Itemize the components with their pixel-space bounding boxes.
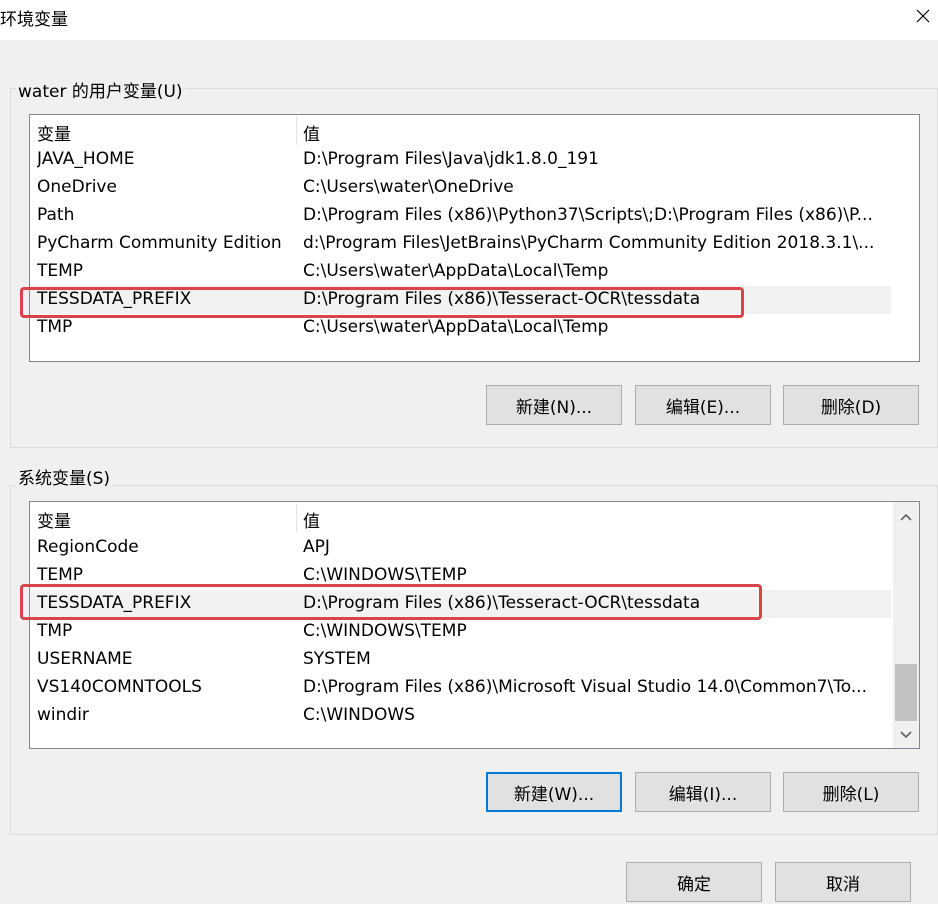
variable-name: JAVA_HOME xyxy=(37,149,135,169)
table-row[interactable]: TMP C:\WINDOWS\TEMP xyxy=(30,618,891,646)
variable-value: C:\Users\water\AppData\Local\Temp xyxy=(303,261,609,281)
column-header-value[interactable]: 值 xyxy=(303,507,883,532)
chevron-up-icon xyxy=(900,513,912,521)
variable-value: d:\Program Files\JetBrains\PyCharm Commu… xyxy=(303,233,875,253)
variable-name: TEMP xyxy=(37,565,84,585)
user-list-header: 变量 值 xyxy=(30,117,891,145)
variable-name: PyCharm Community Edition xyxy=(37,233,282,253)
system-edit-button[interactable]: 编辑(I)... xyxy=(635,772,771,812)
scroll-thumb[interactable] xyxy=(895,664,917,721)
system-new-button[interactable]: 新建(W)... xyxy=(486,772,622,812)
system-list-header: 变量 值 xyxy=(30,504,891,532)
scroll-down-button[interactable] xyxy=(893,722,919,748)
system-delete-button[interactable]: 删除(L) xyxy=(783,772,919,812)
user-delete-button[interactable]: 删除(D) xyxy=(783,385,919,425)
table-row[interactable]: VS140COMNTOOLS D:\Program Files (x86)\Mi… xyxy=(30,674,891,702)
variable-value: C:\WINDOWS\TEMP xyxy=(303,621,467,641)
title-bar: 环境变量 xyxy=(0,0,938,40)
chevron-down-icon xyxy=(900,731,912,739)
scroll-up-button[interactable] xyxy=(893,504,919,530)
column-header-value[interactable]: 值 xyxy=(303,120,883,145)
user-edit-button[interactable]: 编辑(E)... xyxy=(635,385,771,425)
variable-value: C:\WINDOWS xyxy=(303,705,415,725)
variable-value: C:\WINDOWS\TEMP xyxy=(303,565,467,585)
table-row[interactable]: TMP C:\Users\water\AppData\Local\Temp xyxy=(30,314,891,342)
table-row[interactable]: TEMP C:\WINDOWS\TEMP xyxy=(30,562,891,590)
variable-value: D:\Program Files (x86)\Tesseract-OCR\tes… xyxy=(303,593,701,613)
variable-value: D:\Program Files (x86)\Microsoft Visual … xyxy=(303,677,868,697)
system-variables-label: 系统变量(S) xyxy=(16,464,113,489)
variable-name: USERNAME xyxy=(37,649,133,669)
variable-name: TESSDATA_PREFIX xyxy=(37,593,192,613)
window-title: 环境变量 xyxy=(0,10,68,30)
column-header-name[interactable]: 变量 xyxy=(37,507,287,532)
column-header-name[interactable]: 变量 xyxy=(37,120,287,145)
variable-value: SYSTEM xyxy=(303,649,371,669)
ok-button[interactable]: 确定 xyxy=(626,862,762,902)
column-divider[interactable] xyxy=(296,504,297,532)
system-variables-list[interactable]: 变量 值 RegionCode APJ TEMP C:\WINDOWS\TEMP… xyxy=(29,501,920,749)
table-row[interactable]: Path D:\Program Files (x86)\Python37\Scr… xyxy=(30,202,891,230)
cancel-button[interactable]: 取消 xyxy=(775,862,911,902)
variable-name: Path xyxy=(37,205,75,225)
variable-value: D:\Program Files (x86)\Tesseract-OCR\tes… xyxy=(303,289,701,309)
table-row-selected[interactable]: TESSDATA_PREFIX D:\Program Files (x86)\T… xyxy=(30,590,891,618)
table-row-selected[interactable]: TESSDATA_PREFIX D:\Program Files (x86)\T… xyxy=(30,286,891,314)
close-button[interactable] xyxy=(908,0,938,32)
table-row[interactable]: USERNAME SYSTEM xyxy=(30,646,891,674)
table-row[interactable]: JAVA_HOME D:\Program Files\Java\jdk1.8.0… xyxy=(30,146,891,174)
variable-value: D:\Program Files\Java\jdk1.8.0_191 xyxy=(303,149,599,169)
column-divider[interactable] xyxy=(296,117,297,145)
variable-name: TMP xyxy=(37,317,73,337)
variable-name: OneDrive xyxy=(37,177,117,197)
variable-value: C:\Users\water\AppData\Local\Temp xyxy=(303,317,609,337)
user-variables-list[interactable]: 变量 值 JAVA_HOME D:\Program Files\Java\jdk… xyxy=(29,114,920,362)
variable-name: RegionCode xyxy=(37,537,139,557)
variable-name: VS140COMNTOOLS xyxy=(37,677,202,697)
table-row[interactable]: windir C:\WINDOWS xyxy=(30,702,891,730)
variable-name: TMP xyxy=(37,621,73,641)
table-row[interactable]: RegionCode APJ xyxy=(30,534,891,562)
table-row[interactable]: PyCharm Community Edition d:\Program Fil… xyxy=(30,230,891,258)
environment-variables-dialog: 环境变量 water 的用户变量(U) 变量 值 JAVA_HOME D:\Pr… xyxy=(0,0,938,904)
variable-value: APJ xyxy=(303,537,330,557)
table-row[interactable]: OneDrive C:\Users\water\OneDrive xyxy=(30,174,891,202)
table-row[interactable]: TEMP C:\Users\water\AppData\Local\Temp xyxy=(30,258,891,286)
variable-value: D:\Program Files (x86)\Python37\Scripts\… xyxy=(303,205,873,225)
user-variables-label: water 的用户变量(U) xyxy=(16,77,185,102)
variable-value: C:\Users\water\OneDrive xyxy=(303,177,514,197)
variable-name: TESSDATA_PREFIX xyxy=(37,289,192,309)
vertical-scrollbar[interactable] xyxy=(893,502,919,748)
close-icon xyxy=(916,9,930,23)
variable-name: windir xyxy=(37,705,89,725)
variable-name: TEMP xyxy=(37,261,84,281)
user-new-button[interactable]: 新建(N)... xyxy=(486,385,622,425)
